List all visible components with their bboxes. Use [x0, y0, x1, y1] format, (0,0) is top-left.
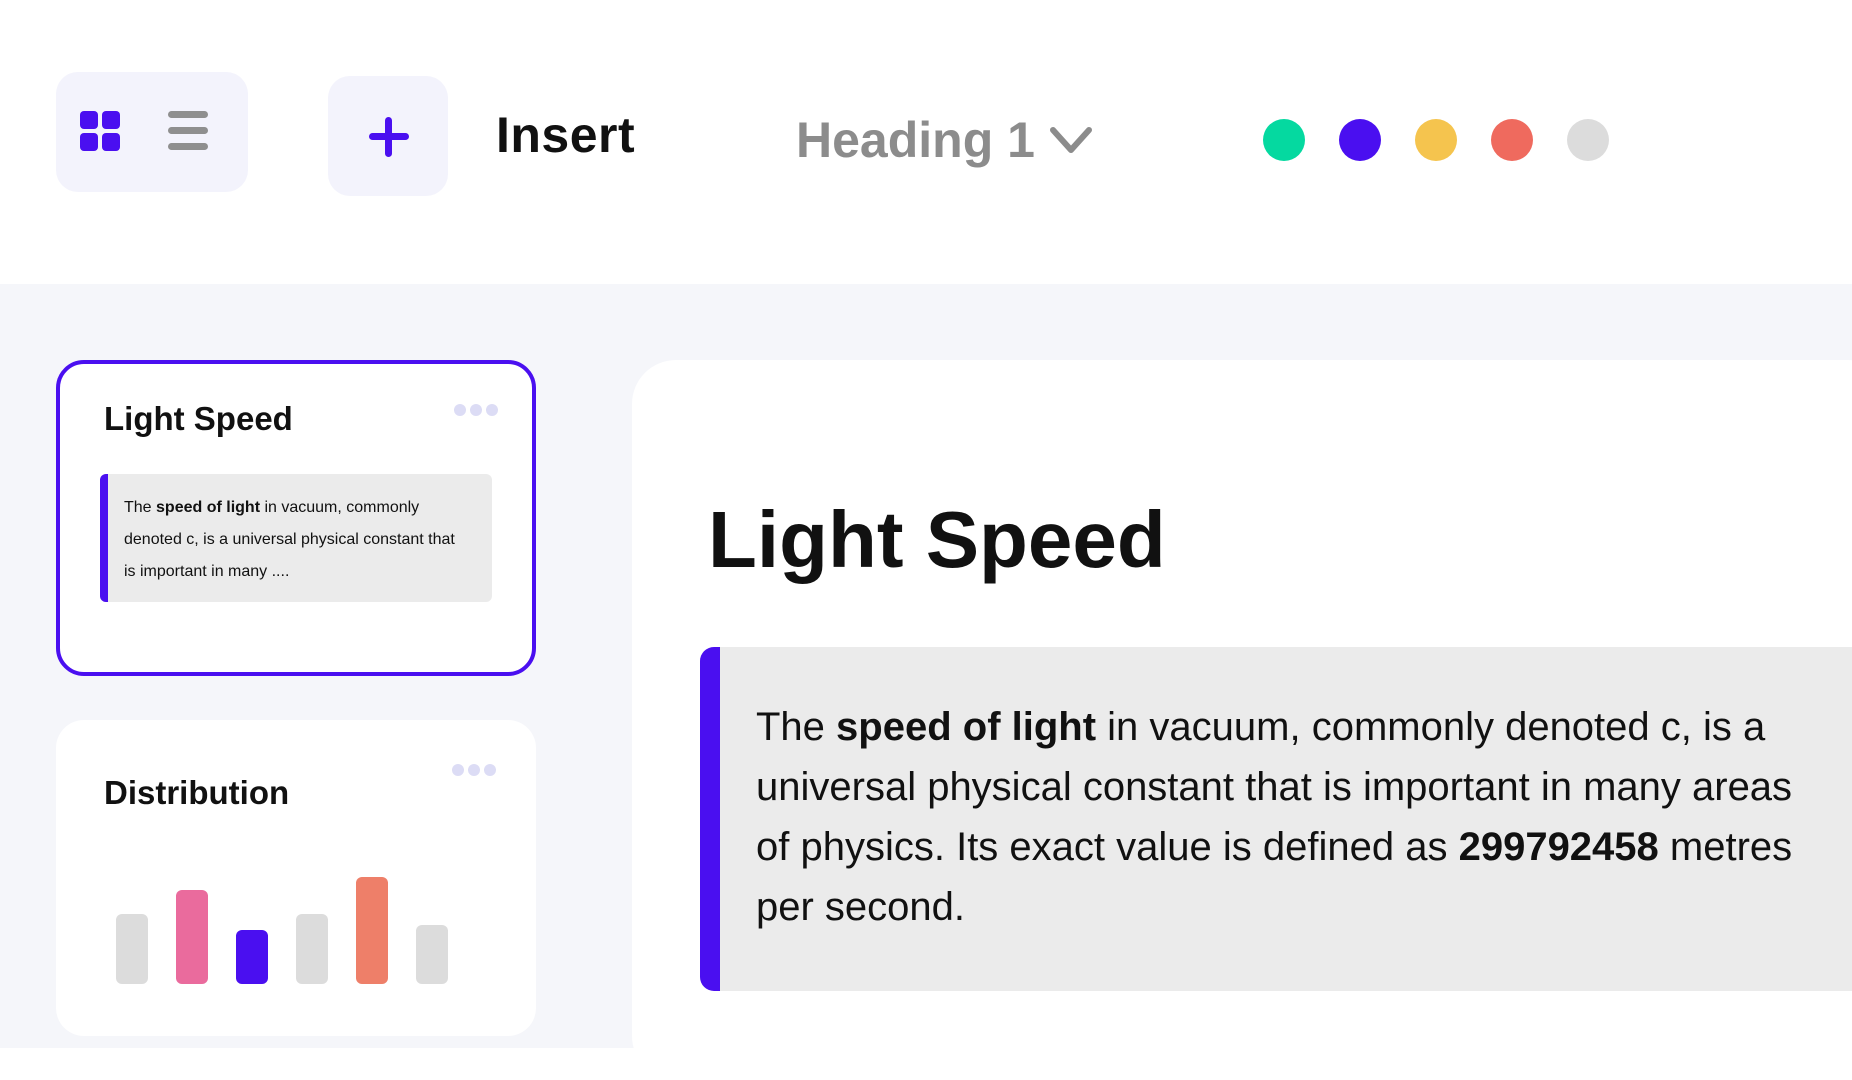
card-title: Distribution	[104, 774, 290, 811]
heading-style-select[interactable]: Heading 1	[796, 108, 1093, 172]
card-title: Light Speed	[104, 400, 293, 437]
distribution-bar-chart	[116, 850, 496, 984]
color-swatch-gray[interactable]	[1567, 119, 1609, 161]
document-title[interactable]: Light Speed	[708, 494, 1166, 586]
quote-text-bold-1: speed of light	[836, 705, 1097, 749]
quote-text-pre: The	[756, 705, 837, 749]
more-options-icon[interactable]	[454, 404, 498, 416]
preview-text-pre: The	[124, 499, 157, 516]
chart-bar	[416, 925, 448, 984]
more-options-icon[interactable]	[452, 764, 496, 776]
chevron-down-icon	[1049, 118, 1093, 162]
add-button[interactable]	[328, 76, 448, 196]
color-swatch-green[interactable]	[1263, 119, 1305, 161]
quote-text-bold-2: 299792458	[1458, 825, 1659, 869]
color-swatch-red[interactable]	[1491, 119, 1533, 161]
note-card-distribution[interactable]: Distribution	[56, 720, 536, 1036]
chart-bar	[176, 890, 208, 984]
color-swatch-purple[interactable]	[1339, 119, 1381, 161]
chart-bar	[236, 930, 268, 984]
chart-bar	[296, 914, 328, 984]
color-swatch-yellow[interactable]	[1415, 119, 1457, 161]
list-view-icon[interactable]	[168, 111, 210, 153]
preview-text-bold: speed of light	[156, 499, 261, 516]
toolbar: Insert Heading 1	[0, 0, 1852, 284]
chart-bar	[116, 914, 148, 984]
insert-label[interactable]: Insert	[496, 106, 635, 164]
heading-style-value: Heading 1	[796, 112, 1035, 168]
card-preview-quote: The speed of light in vacuum, commonly d…	[100, 474, 492, 602]
grid-view-icon[interactable]	[80, 111, 120, 151]
chart-bar	[356, 877, 388, 984]
editor-quote-block[interactable]: The speed of light in vacuum, commonly d…	[700, 647, 1852, 991]
note-card-light-speed[interactable]: Light Speed The speed of light in vacuum…	[56, 360, 536, 676]
